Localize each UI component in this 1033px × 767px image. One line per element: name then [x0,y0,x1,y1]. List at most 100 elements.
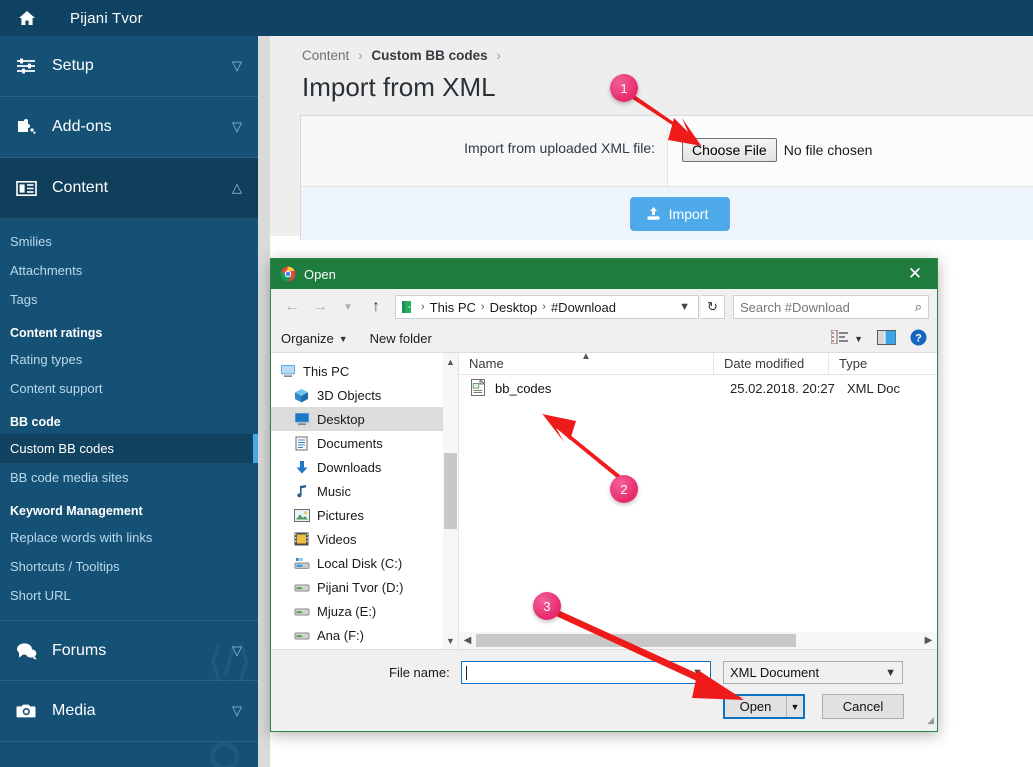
download-icon [293,459,310,476]
close-icon[interactable]: ✕ [893,259,937,289]
chevron-down-icon[interactable]: ▼ [673,301,696,313]
tree-item-mjuza-e[interactable]: Mjuza (E:) [271,599,458,623]
harddrive-icon [293,555,310,572]
cancel-button[interactable]: Cancel [822,694,904,719]
chevron-down-icon[interactable]: ▼ [687,667,708,679]
document-icon [293,435,310,452]
drive-icon [293,603,310,620]
tree-item-this-pc[interactable]: This PC [271,359,458,383]
tree-item-documents[interactable]: Documents [271,431,458,455]
path-separator: › [421,301,425,313]
sidebar-item-shortcuts-tooltips[interactable]: Shortcuts / Tooltips [0,552,258,581]
tree-item-pijani-tvor-d[interactable]: Pijani Tvor (D:) [271,575,458,599]
sidebar-item-custom-bb-codes[interactable]: Custom BB codes [0,434,258,463]
column-header-date-modified[interactable]: Date modified [714,352,829,375]
scroll-down-icon[interactable]: ▼ [443,632,458,649]
help-icon[interactable]: ? [910,329,927,349]
refresh-icon[interactable]: ↻ [701,295,725,319]
forward-button[interactable]: → [307,294,333,320]
sidebar-item-tags[interactable]: Tags [0,285,258,314]
file-list-scrollbar-thumb[interactable] [476,634,796,647]
tree-item-pictures[interactable]: Pictures [271,503,458,527]
tree-item-ana-f[interactable]: Ana (F:) [271,623,458,647]
preview-pane-icon[interactable] [877,329,896,348]
sidebar-group-content[interactable]: Content △ [0,158,258,219]
resize-grip[interactable]: ◢ [927,715,934,726]
tree-item-downloads[interactable]: Downloads [271,455,458,479]
file-list-horizontal-scrollbar[interactable]: ◀ ▶ [459,632,937,649]
list-view-icon[interactable] [830,329,849,347]
sidebar-group-label: Media [52,702,96,719]
address-bar[interactable]: › This PC › Desktop › #Download ▼ [395,295,699,319]
sidebar-group-label: Content [52,179,109,196]
newspaper-icon [16,177,42,199]
sidebar-item-content-support[interactable]: Content support [0,374,258,403]
import-button[interactable]: Import [629,196,731,231]
scroll-right-icon[interactable]: ▶ [920,635,937,646]
file-row-bb_codes[interactable]: bb_codes 25.02.2018. 20:27 XML Doc [459,375,937,401]
sidebar-item-replace-words-with-links[interactable]: Replace words with links [0,523,258,552]
up-button[interactable]: ↑ [363,294,389,320]
sidebar-item-attachments[interactable]: Attachments [0,256,258,285]
folder-tree: This PC 3D Objects Desktop Documents Dow… [271,353,459,649]
file-type: XML Doc [847,380,900,396]
path-segment-this-pc[interactable]: This PC [430,300,476,315]
tree-scrollbar[interactable]: ▲ ▼ [443,353,458,649]
site-title: Pijani Tvor [70,9,143,27]
file-input[interactable]: Choose File No file chosen [682,138,872,162]
sidebar: Setup ▽ Add-ons ▽ Content △ ⟨/⟩ ⚲ Smilie… [0,36,258,767]
sidebar-item-bb-code-media-sites[interactable]: BB code media sites [0,463,258,492]
sidebar-heading-bb-code: BB code [10,415,61,429]
home-icon[interactable] [16,7,38,29]
annotation-badge-1: 1 [610,74,638,102]
sidebar-heading-keyword-management: Keyword Management [10,504,143,518]
file-type-value: XML Document [730,665,820,680]
tree-item-desktop[interactable]: Desktop [271,407,458,431]
sidebar-item-short-url[interactable]: Short URL [0,581,258,610]
file-type-select[interactable]: XML Document ▼ [723,661,903,684]
scroll-left-icon[interactable]: ◀ [459,635,476,646]
view-caret-down-icon[interactable]: ▼ [854,334,863,344]
text-caret [466,665,467,680]
sidebar-group-label: Add-ons [52,118,112,135]
folder-icon [400,299,416,315]
open-file-dialog: Open ✕ ← → ▼ ↑ › This PC › Desktop › #Do… [270,258,938,732]
search-icon: ⌕ [914,299,922,314]
tree-item-videos[interactable]: Videos [271,527,458,551]
search-input[interactable]: Search #Download ⌕ [733,295,929,319]
breadcrumb-item-content[interactable]: Content [302,48,349,63]
dialog-title-bar[interactable]: Open ✕ [271,259,937,289]
open-button[interactable]: Open ▼ [723,694,805,719]
breadcrumb-item-custom-bb-codes[interactable]: Custom BB codes [371,48,487,63]
path-segment-download[interactable]: #Download [551,300,616,315]
tree-item-local-disk-c[interactable]: Local Disk (C:) [271,551,458,575]
import-button-label: Import [668,205,709,222]
camera-icon [16,700,42,722]
breadcrumb-separator-2: › [496,48,501,63]
sidebar-group-addons[interactable]: Add-ons ▽ [0,97,258,158]
sidebar-group-forums[interactable]: Forums ▽ [0,620,258,681]
back-button[interactable]: ← [279,294,305,320]
sidebar-group-media[interactable]: Media ▽ [0,681,258,742]
file-field-control: Choose File No file chosen [667,116,1033,186]
recent-locations-button[interactable]: ▼ [335,294,361,320]
tree-item-music[interactable]: Music [271,479,458,503]
file-name-input[interactable]: ▼ [461,661,711,684]
choose-file-button[interactable]: Choose File [682,138,777,162]
top-bar: Pijani Tvor [0,0,1033,36]
dialog-body: This PC 3D Objects Desktop Documents Dow… [271,351,937,649]
annotation-badge-3: 3 [533,592,561,620]
tree-item-3d-objects[interactable]: 3D Objects [271,383,458,407]
new-folder-button[interactable]: New folder [370,331,432,346]
sidebar-item-rating-types[interactable]: Rating types [0,345,258,374]
scroll-up-icon[interactable]: ▲ [443,353,458,370]
caret-down-icon[interactable]: ▼ [786,696,803,717]
path-segment-desktop[interactable]: Desktop [490,300,538,315]
organize-button[interactable]: Organize ▼ [281,331,348,346]
sidebar-group-label: Forums [52,641,107,659]
column-header-type[interactable]: Type [829,353,919,375]
tree-scrollbar-thumb[interactable] [444,453,457,529]
sidebar-scrollbar[interactable] [258,36,270,767]
sidebar-item-smilies[interactable]: Smilies [0,227,258,256]
sidebar-group-setup[interactable]: Setup ▽ [0,36,258,97]
